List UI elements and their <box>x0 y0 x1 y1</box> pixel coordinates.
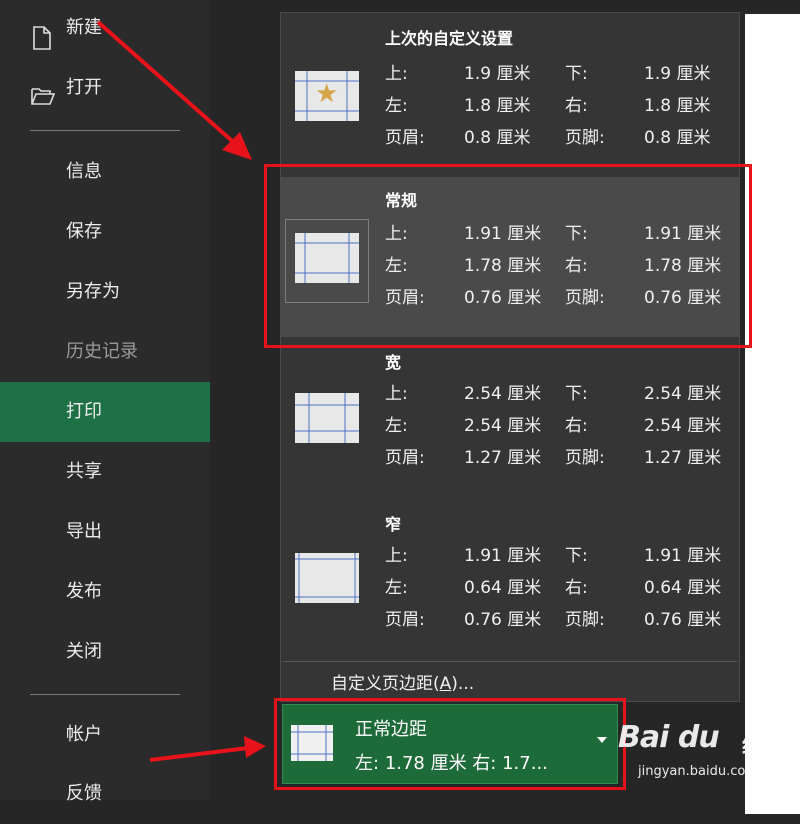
arrow-line <box>96 20 242 150</box>
arrow-head <box>244 736 266 758</box>
annotation-arrows <box>96 20 266 762</box>
baidu-jingyan-watermark: Bai du 经验 jingyan.baidu.com <box>600 712 800 800</box>
watermark-suffix: 经验 <box>742 734 787 759</box>
watermark-url: jingyan.baidu.com <box>638 764 758 779</box>
watermark-brand: Bai du <box>618 720 720 755</box>
arrow-line <box>149 746 249 762</box>
